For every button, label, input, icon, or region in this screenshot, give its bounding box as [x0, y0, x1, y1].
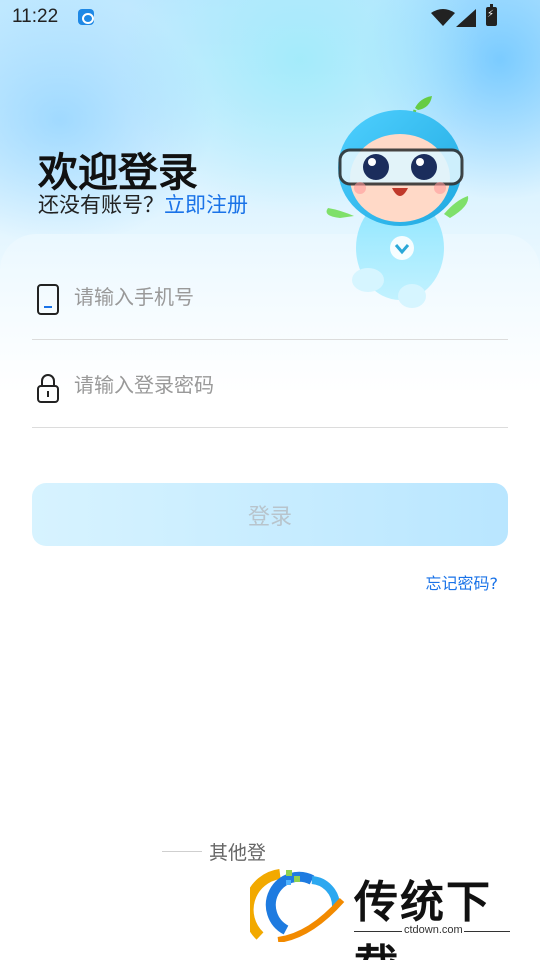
watermark-line-right: [464, 931, 510, 932]
battery-charging-icon: [486, 4, 497, 26]
lock-icon: [37, 374, 59, 403]
register-prompt: 还没有账号？立即注册: [38, 189, 248, 219]
watermark-logo-icon: [250, 869, 345, 942]
app-notification-icon: [78, 9, 94, 25]
password-field: [32, 338, 508, 428]
password-input[interactable]: [74, 370, 494, 400]
watermark-url: ctdown.com: [404, 924, 463, 936]
other-login-divider: [162, 851, 202, 852]
status-bar: 11:22: [0, 0, 540, 36]
watermark-line-left: [354, 931, 402, 932]
register-prompt-text: 还没有账号？: [38, 193, 164, 217]
register-link[interactable]: 立即注册: [164, 193, 248, 217]
other-login-label: 其他登录方式: [209, 842, 265, 864]
forgot-password-link[interactable]: 忘记密码?: [426, 570, 499, 594]
phone-field: [32, 250, 508, 340]
phone-icon: [37, 284, 59, 315]
watermark: 传统下载 ctdown.com: [244, 862, 520, 960]
wifi-icon: [431, 9, 455, 26]
signal-icon: [456, 9, 476, 27]
login-button[interactable]: 登录: [32, 483, 508, 546]
status-time: 11:22: [12, 6, 59, 27]
watermark-title: 传统下载: [354, 877, 492, 960]
phone-input[interactable]: [74, 282, 494, 312]
